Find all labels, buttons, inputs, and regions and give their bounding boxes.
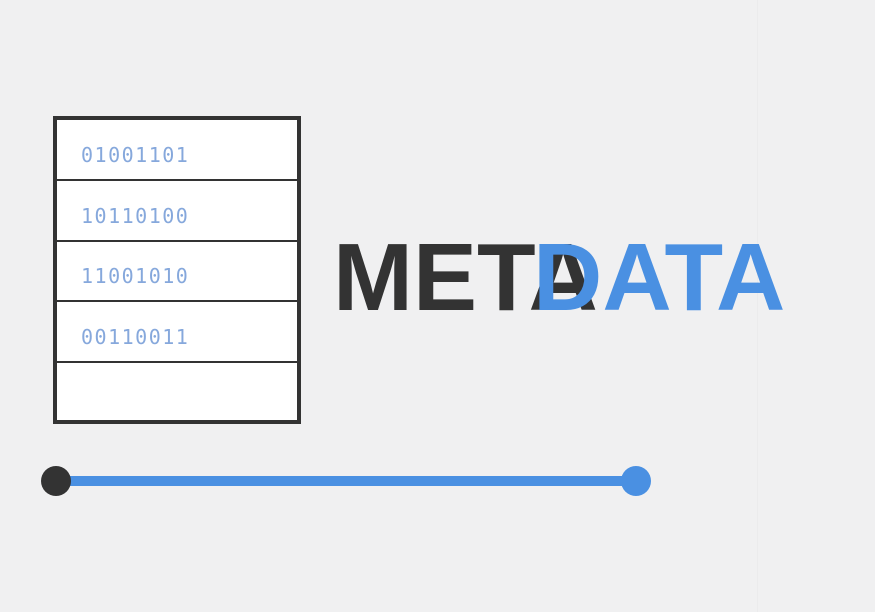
table-row-empty	[57, 362, 297, 422]
table-row: 10110100	[57, 181, 297, 241]
binary-value: 01001101	[81, 143, 190, 167]
range-slider[interactable]	[41, 466, 651, 496]
metadata-illustration: 01001101 10110100 11001010 00110011 META…	[0, 0, 875, 612]
binary-data-table: 01001101 10110100 11001010 00110011	[53, 116, 301, 424]
binary-value: 10110100	[81, 204, 190, 228]
table-row: 00110011	[57, 302, 297, 362]
table-row: 11001010	[57, 241, 297, 301]
binary-value: 11001010	[81, 264, 190, 288]
headline-word-data: DATA	[533, 224, 786, 331]
binary-value: 00110011	[81, 325, 190, 349]
slider-start-handle-icon[interactable]	[41, 466, 71, 496]
slider-end-handle-icon[interactable]	[621, 466, 651, 496]
slider-track[interactable]	[56, 476, 636, 486]
table-row: 01001101	[57, 120, 297, 180]
